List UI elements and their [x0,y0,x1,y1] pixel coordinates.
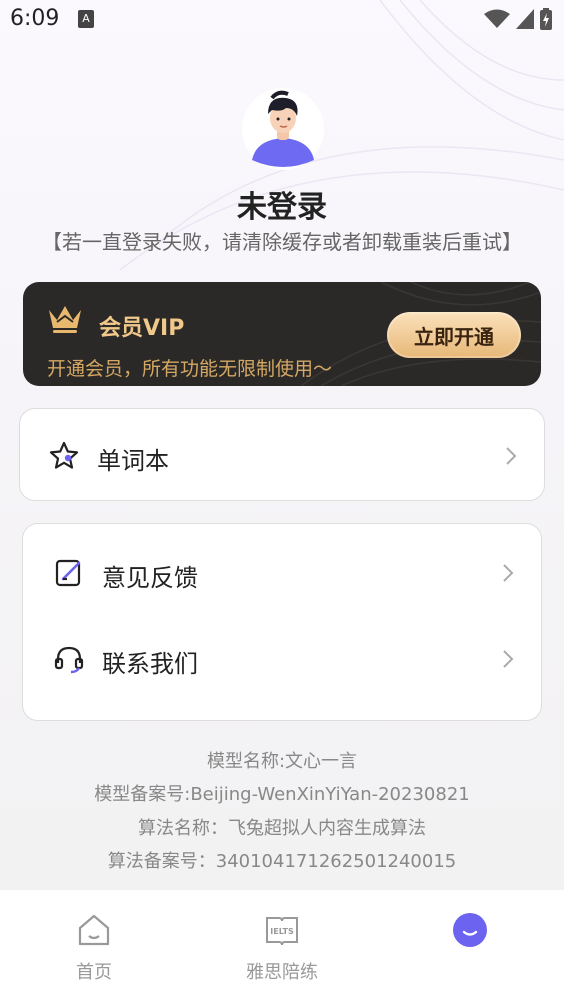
menu-item-feedback[interactable]: 意见反馈 [23,538,541,608]
chevron-right-icon [503,650,514,668]
tab-ielts[interactable]: IELTS 雅思陪练 [222,890,342,1004]
vip-card[interactable]: 会员VIP 开通会员，所有功能无限制使用～ 立即开通 [23,282,541,386]
username[interactable]: 未登录 [0,182,564,226]
chevron-right-icon [506,447,517,465]
algorithm-record-number: 算法备案号：340104171262501240015 [107,851,457,872]
feedback-label: 意见反馈 [102,564,198,592]
tab-home[interactable]: 首页 [34,890,154,1004]
battery-icon [540,8,552,30]
algorithm-name: 算法名称：飞兔超拟人内容生成算法 [138,818,426,839]
vocab-label: 单词本 [97,447,169,475]
status-indicators [484,8,552,30]
tab-profile[interactable] [410,890,530,1004]
profile-icon [453,913,487,947]
menu-item-contact[interactable]: 联系我们 [23,624,541,694]
avatar[interactable] [242,88,324,170]
wifi-icon [484,9,510,28]
ielts-icon: IELTS [266,917,298,946]
contact-label: 联系我们 [102,650,198,678]
vip-title: 会员VIP [99,316,185,341]
activate-vip-button[interactable]: 立即开通 [387,312,521,358]
notification-icon: A [78,10,94,28]
feedback-icon [55,559,81,587]
support-card: 意见反馈 联系我们 [22,523,542,721]
star-icon [49,441,79,469]
headset-icon [54,646,84,674]
home-icon [78,914,110,946]
model-name: 模型名称:文心一言 [206,751,358,772]
vocab-card: 单词本 [19,408,545,501]
model-record-number: 模型备案号:Beijing-WenXinYiYan-20230821 [94,784,470,805]
menu-item-vocab[interactable]: 单词本 [20,421,544,491]
crown-icon [49,306,81,333]
ielts-icon-text: IELTS [270,927,294,936]
vip-description: 开通会员，所有功能无限制使用～ [47,358,333,380]
tab-home-label: 首页 [76,962,112,983]
signal-icon [516,9,534,29]
chevron-right-icon [503,564,514,582]
status-time: 6:09 [10,6,60,31]
tab-ielts-label: 雅思陪练 [246,962,318,983]
status-bar: 6:09 A [0,0,564,40]
login-hint: 【若一直登录失败，请清除缓存或者卸载重装后重试】 [42,230,522,254]
bottom-nav: 首页 IELTS 雅思陪练 [0,890,564,1004]
